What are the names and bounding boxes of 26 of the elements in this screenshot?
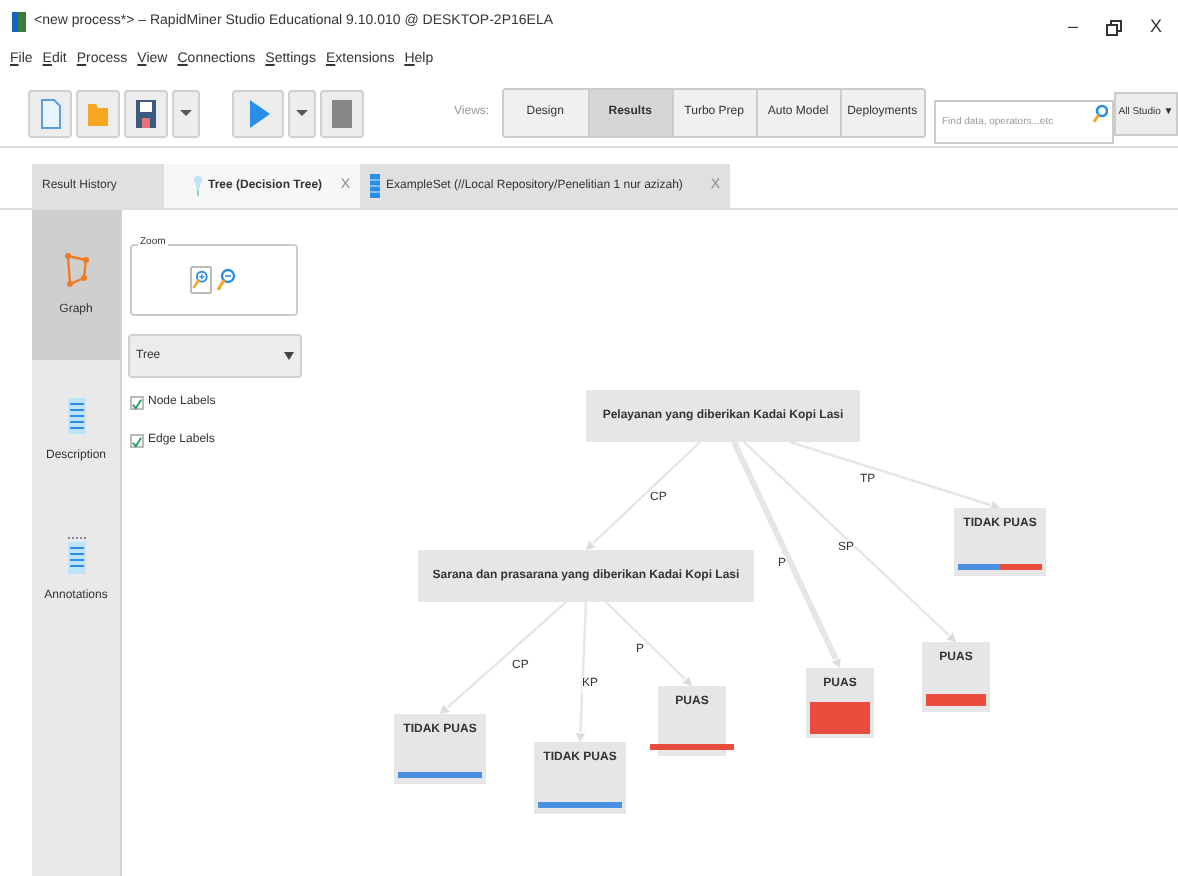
zoom-in-icon[interactable] (190, 266, 212, 294)
caret-icon (284, 352, 294, 360)
file-icon (38, 97, 62, 129)
zoom-out-icon[interactable] (216, 266, 238, 294)
minimize-button[interactable]: – (1067, 14, 1078, 42)
restore-button[interactable] (1105, 20, 1122, 36)
checkbox[interactable] (130, 396, 144, 410)
close-button[interactable]: X (1149, 14, 1162, 42)
bulb-icon (194, 176, 202, 196)
graph-icon (61, 250, 91, 290)
caret-button[interactable] (288, 89, 316, 137)
caret-icon (296, 110, 308, 116)
caret-button[interactable] (172, 89, 200, 137)
check-icon (132, 397, 142, 409)
play-icon (246, 97, 270, 129)
table-icon (370, 174, 380, 198)
stop-button[interactable] (320, 89, 364, 137)
search-icon (1092, 103, 1108, 123)
check-icon (132, 435, 142, 447)
app-icon (12, 12, 26, 32)
caret-icon (180, 110, 192, 116)
new-file-button[interactable] (28, 89, 72, 137)
checkbox[interactable] (130, 434, 144, 448)
square-icon (330, 97, 354, 129)
save-button[interactable] (124, 89, 168, 137)
run-button[interactable] (232, 89, 284, 137)
